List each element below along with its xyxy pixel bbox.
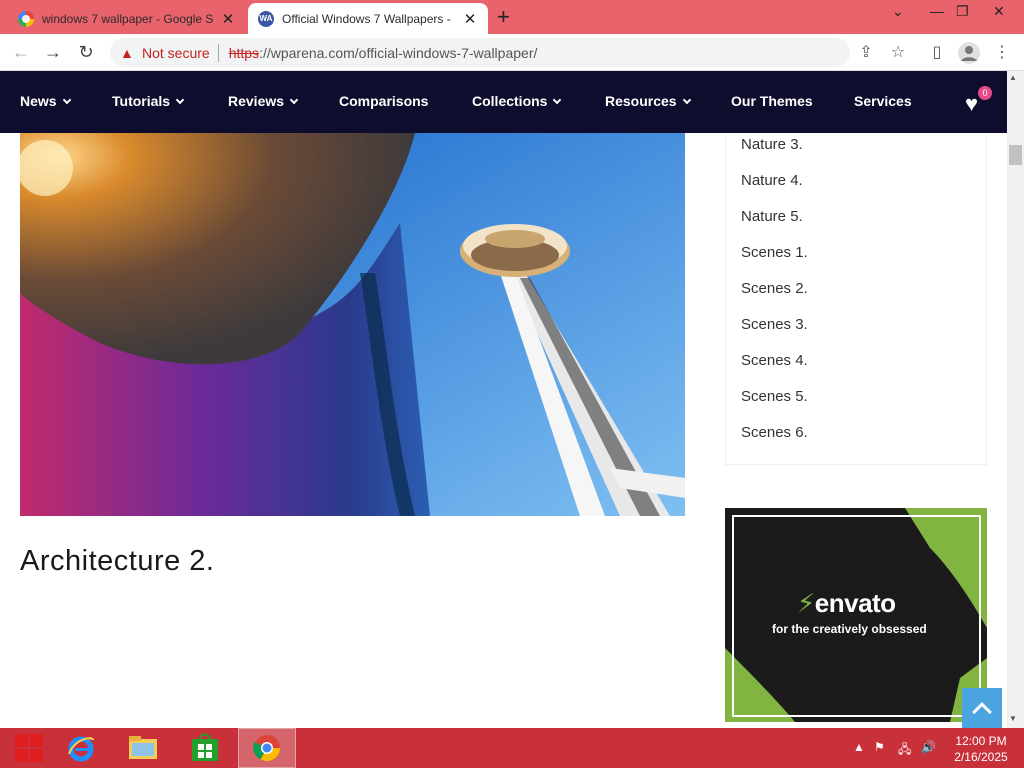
window-close-icon[interactable]: ✕ [993,3,1005,20]
forward-icon[interactable]: → [41,40,65,64]
side-panel-icon[interactable]: ▯ [926,42,948,64]
sidebar-link[interactable]: Nature 3. [741,136,803,153]
sidebar-link[interactable]: Scenes 2. [741,280,808,297]
start-button[interactable] [0,728,58,768]
chevron-down-icon [682,95,691,105]
google-icon [18,10,34,27]
close-icon[interactable]: ✕ [462,10,478,28]
wallpaper-image [20,133,685,516]
nav-services[interactable]: Services [854,93,912,109]
chevron-down-icon [62,95,71,105]
browser-toolbar: ← → ↻ ▲ Not secure https://wparena.com/o… [0,34,1024,71]
nav-news[interactable]: News [20,93,71,109]
sidebar-link[interactable]: Scenes 3. [741,316,808,333]
sidebar-link[interactable]: Scenes 4. [741,352,808,369]
envato-logo: ⚡envato [797,588,896,618]
page-scrollbar[interactable] [1007,71,1024,728]
wishlist-count-badge: 0 [978,86,992,100]
nav-comparisons[interactable]: Comparisons [339,93,428,109]
nav-our-themes[interactable]: Our Themes [731,93,813,109]
profile-avatar-icon[interactable] [958,42,980,64]
browser-tab-strip: windows 7 wallpaper - Google S ✕ WA Offi… [0,0,1024,34]
tab-search-chevron-icon[interactable]: ⌄ [892,3,904,20]
chevron-down-icon [289,95,299,105]
divider [217,43,219,62]
sidebar-link[interactable]: Nature 4. [741,172,803,189]
new-tab-button[interactable]: + [497,5,510,29]
chrome-icon[interactable] [238,728,296,768]
clock-time: 12:00 PM [955,734,1007,748]
space-needle-illustration [20,133,685,516]
scroll-down-arrow-icon[interactable]: ▼ [1009,714,1017,723]
sidebar-link[interactable]: Scenes 5. [741,388,808,405]
bookmark-star-icon[interactable]: ☆ [887,42,909,64]
minimize-icon[interactable]: — [930,3,944,19]
tray-overflow-icon[interactable]: ▲ [853,740,865,754]
back-icon[interactable]: ← [9,40,33,64]
scrollbar-thumb[interactable] [1009,145,1022,165]
internet-explorer-icon[interactable] [52,728,110,768]
scroll-to-top-button[interactable] [962,688,1002,728]
sidebar-link[interactable]: Scenes 1. [741,244,808,261]
network-icon[interactable]: 🖧 [898,740,911,761]
chevron-down-icon [553,95,562,105]
start-icon [15,734,43,762]
nav-reviews[interactable]: Reviews [228,93,299,109]
envato-tagline: for the creatively obsessed [772,622,927,636]
reload-icon[interactable]: ↻ [74,40,98,64]
volume-icon[interactable]: 🔊 [921,740,936,754]
file-explorer-icon[interactable] [114,728,172,768]
url-path: ://wparena.com/official-windows-7-wallpa… [259,44,538,61]
share-icon[interactable]: ⇪ [855,42,877,64]
url-scheme: https [228,44,260,61]
restore-icon[interactable]: ❐ [956,3,969,20]
close-icon[interactable]: ✕ [220,10,236,28]
menu-kebab-icon[interactable]: ⋮ [991,42,1013,64]
tab-title: windows 7 wallpaper - Google S [42,11,214,26]
section-heading: Architecture 2. [20,545,215,577]
store-icon[interactable] [176,728,234,768]
site-nav: News Tutorials Reviews Comparisons Colle… [0,71,1007,133]
nav-resources[interactable]: Resources [605,93,691,109]
chevron-up-icon [972,702,992,722]
address-bar[interactable]: ▲ Not secure https://wparena.com/officia… [110,38,850,67]
tab-wparena[interactable]: WA Official Windows 7 Wallpapers - ✕ [248,3,488,34]
scroll-up-arrow-icon[interactable]: ▲ [1009,73,1017,82]
clock-date: 2/16/2025 [954,750,1008,764]
sidebar-link[interactable]: Nature 5. [741,208,803,225]
sidebar-link[interactable]: Scenes 6. [741,424,808,441]
chevron-down-icon [175,95,185,105]
tab-title: Official Windows 7 Wallpapers - [282,11,451,26]
windows-taskbar: ▲ ⚑ 🖧 🔊 [0,728,1024,768]
nav-tutorials[interactable]: Tutorials [112,93,185,109]
wishlist-heart-icon[interactable]: ♥ [965,91,978,117]
security-label[interactable]: Not secure [142,45,210,61]
wparena-icon: WA [258,10,274,27]
warning-icon[interactable]: ▲ [120,45,136,61]
envato-leaf-icon: ⚡ [797,588,815,618]
nav-collections[interactable]: Collections [472,93,562,109]
tab-google-search[interactable]: windows 7 wallpaper - Google S ✕ [8,3,246,34]
action-center-flag-icon[interactable]: ⚑ [874,740,885,754]
taskbar-clock[interactable]: 12:00 PM 2/16/2025 [950,733,1012,765]
